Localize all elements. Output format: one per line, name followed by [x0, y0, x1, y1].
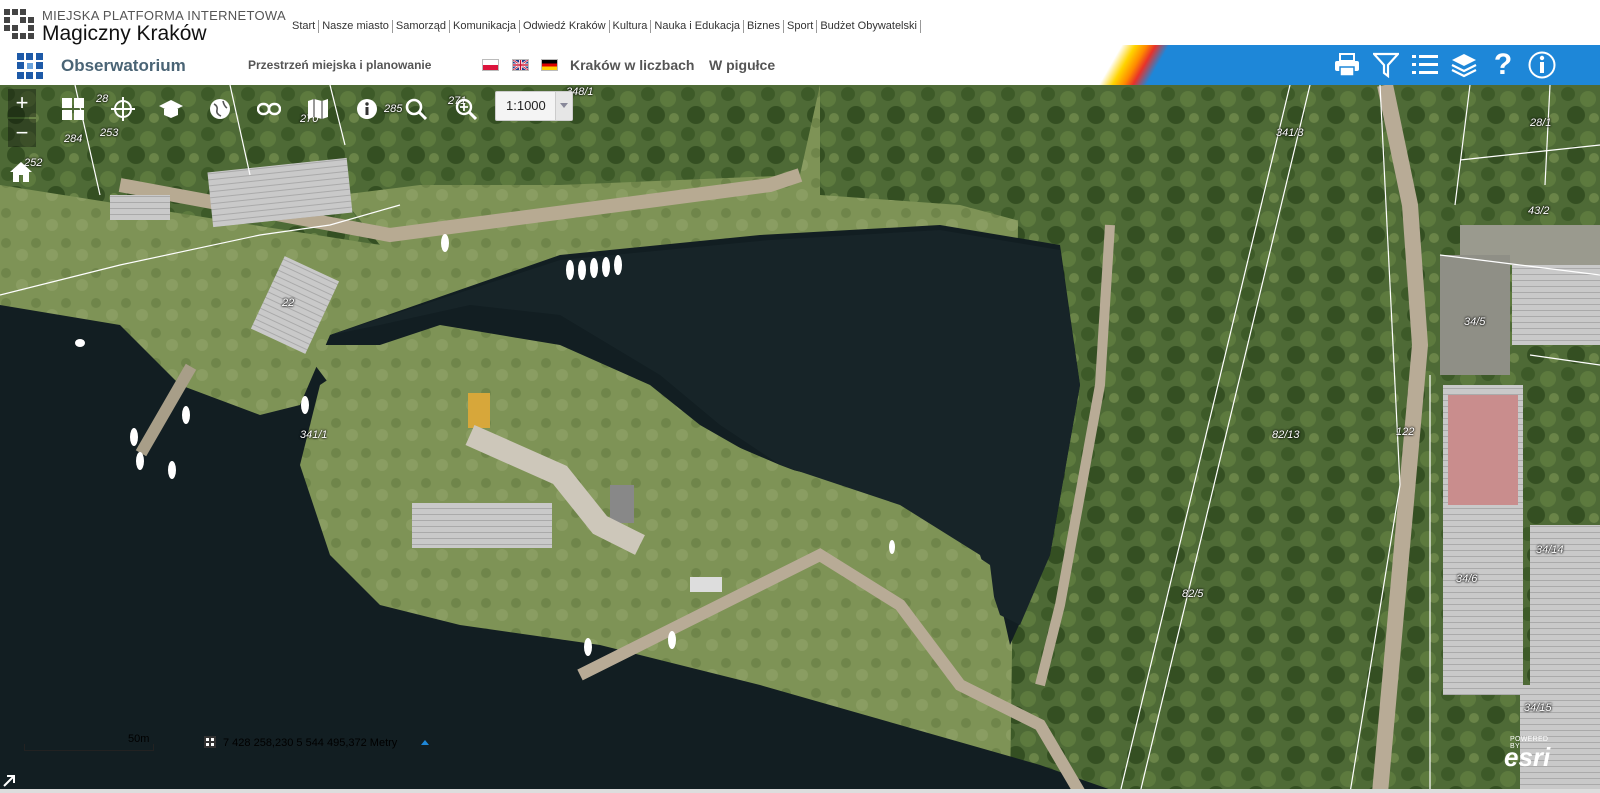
- filter-icon[interactable]: [1370, 49, 1402, 81]
- parcel-label: 341/1: [300, 429, 328, 441]
- scale-bar-label: 50m: [128, 733, 150, 745]
- chevron-down-icon[interactable]: [555, 92, 572, 120]
- scale-value: 1:1000: [506, 98, 546, 113]
- coordinates-icon[interactable]: [204, 736, 216, 748]
- parcel-label: 341/3: [1276, 127, 1304, 139]
- parcel-label: 82/5: [1182, 588, 1204, 600]
- globe-icon[interactable]: [206, 95, 234, 123]
- toolbar-flare: [1088, 45, 1178, 85]
- bottom-strip: [0, 789, 1600, 793]
- portal-header: MIEJSKA PLATFORMA INTERNETOWA Magiczny K…: [0, 0, 1600, 45]
- parcel-label: 28/1: [1530, 117, 1552, 129]
- app-title[interactable]: Obserwatorium: [61, 56, 186, 76]
- parcel-label: 284: [64, 133, 83, 145]
- measure-icon[interactable]: [109, 95, 137, 123]
- about-icon[interactable]: [1526, 49, 1558, 81]
- esri-logo: esri: [1504, 742, 1551, 772]
- zoom-search-icon[interactable]: [452, 95, 480, 123]
- parcel-label: 34/5: [1464, 316, 1486, 328]
- zoom-in-icon[interactable]: +: [8, 89, 36, 117]
- nav-biznes[interactable]: Biznes: [744, 20, 785, 33]
- home-icon[interactable]: [7, 158, 35, 186]
- portal-subtitle: MIEJSKA PLATFORMA INTERNETOWA: [42, 8, 286, 23]
- theme-label[interactable]: Przestrzeń miejska i planowanie: [248, 58, 431, 72]
- scale-select[interactable]: 1:1000: [495, 91, 573, 121]
- map-view[interactable]: 284 253 252 28 270 285 271 348/1 341/3 2…: [0, 85, 1600, 793]
- aerial-imagery[interactable]: [0, 85, 1600, 793]
- observatory-logo-icon: [17, 53, 43, 79]
- parcel-label: 22: [282, 297, 295, 309]
- parcel-label: 82/13: [1272, 429, 1300, 441]
- portal-title[interactable]: Magiczny Kraków: [42, 22, 207, 46]
- nav-sport[interactable]: Sport: [784, 20, 818, 33]
- search-icon[interactable]: [402, 95, 430, 123]
- parcel-label: 43/2: [1528, 205, 1550, 217]
- summary-link[interactable]: W pigułce: [709, 57, 775, 73]
- list-icon[interactable]: [1409, 49, 1441, 81]
- print-icon[interactable]: [1331, 49, 1363, 81]
- parcel-label: 28: [96, 93, 109, 105]
- layers-icon[interactable]: [1448, 49, 1480, 81]
- nav-nauka[interactable]: Nauka i Edukacja: [651, 20, 745, 33]
- krakow-numbers-link[interactable]: Kraków w liczbach: [570, 57, 694, 73]
- nav-komunikacja[interactable]: Komunikacja: [450, 20, 520, 33]
- help-icon[interactable]: ?: [1487, 48, 1519, 81]
- flag-pl-icon[interactable]: [482, 59, 499, 71]
- nav-kultura[interactable]: Kultura: [610, 20, 652, 33]
- parcel-label: 34/14: [1536, 544, 1564, 556]
- nav-budzet[interactable]: Budżet Obywatelski: [817, 20, 921, 33]
- zoom-out-icon[interactable]: −: [8, 119, 36, 147]
- expand-arrow-icon[interactable]: [2, 772, 18, 788]
- main-nav: Start Nasze miasto Samorząd Komunikacja …: [292, 20, 921, 33]
- nav-start[interactable]: Start: [292, 20, 320, 33]
- nav-nasze-miasto[interactable]: Nasze miasto: [319, 20, 393, 33]
- parcel-label: 285: [384, 103, 403, 115]
- parcel-label: 34/6: [1456, 573, 1478, 585]
- flag-de-icon[interactable]: [541, 59, 558, 71]
- basemap-grid-icon[interactable]: [59, 95, 87, 123]
- print-map-icon[interactable]: [157, 95, 185, 123]
- link-icon[interactable]: [255, 95, 283, 123]
- nav-odwiedz-krakow[interactable]: Odwiedź Kraków: [520, 20, 610, 33]
- parcel-label: 122: [1396, 426, 1415, 438]
- parcel-label: 253: [100, 127, 119, 139]
- map-book-icon[interactable]: [304, 95, 332, 123]
- chevron-up-icon[interactable]: [421, 740, 429, 745]
- parcel-label: 34/15: [1524, 702, 1552, 714]
- esri-attribution[interactable]: POWERED BY esri: [1502, 736, 1560, 772]
- coordinates-readout: 7 428 258,230 5 544 495,372 Metry: [223, 737, 398, 749]
- info-icon[interactable]: [353, 95, 381, 123]
- scale-bar: [24, 744, 154, 751]
- nav-samorzad[interactable]: Samorząd: [393, 20, 451, 33]
- flag-en-icon[interactable]: [512, 59, 529, 71]
- krakow-logo-icon[interactable]: [4, 9, 34, 39]
